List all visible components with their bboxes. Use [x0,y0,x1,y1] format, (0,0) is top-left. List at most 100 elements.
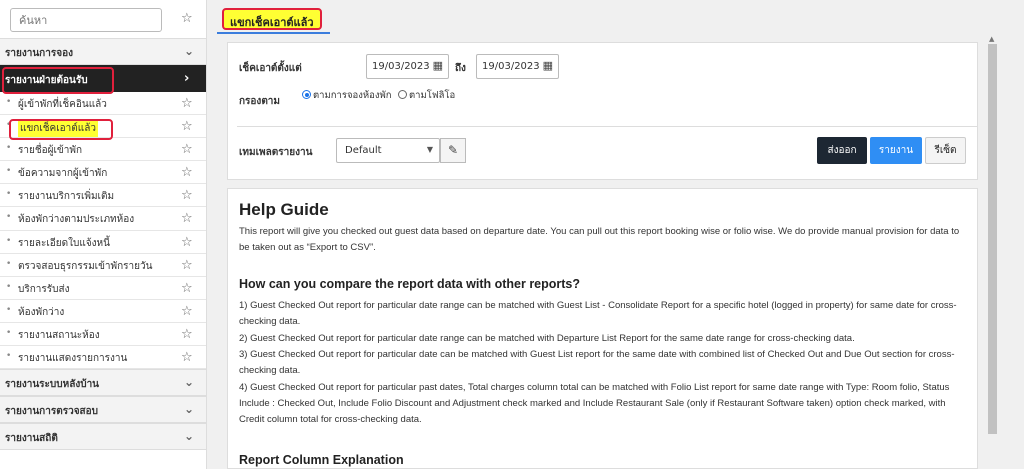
checkout-from-label: เช็คเอาต์ตั้งแต่ [239,63,302,74]
bullet-icon: • [6,327,12,338]
scrollbar[interactable]: ▲ [986,34,999,469]
sidebar-group-label: รายงานการตรวจสอบ [5,406,99,418]
star-icon[interactable]: ☆ [181,258,193,273]
star-icon[interactable]: ☆ [181,211,193,226]
sidebar-item-transfer-service[interactable]: • บริการรับส่ง ☆ [0,277,206,300]
search-input[interactable] [10,8,162,32]
sidebar-item-invoice-details[interactable]: • รายละเอียดใบแจ้งหนี้ ☆ [0,231,206,254]
sidebar-item-vacant-rooms[interactable]: • ห้องพักว่าง ☆ [0,300,206,323]
sidebar-item-label: รายละเอียดใบแจ้งหนี้ [18,237,110,249]
template-label: เทมเพลตรายงาน [239,147,313,158]
sidebar-item-label: ห้องพักว่างตามประเภทห้อง [18,214,135,226]
sidebar-item-room-status[interactable]: • รายงานสถานะห้อง ☆ [0,323,206,347]
tab-checked-out-guests[interactable]: แขกเช็คเอาต์แล้ว [222,8,322,30]
tab-underline [217,32,330,34]
template-select[interactable]: Default ▼ [336,138,440,163]
chevron-down-icon: ⌄ [184,375,195,390]
star-icon[interactable]: ☆ [181,235,193,250]
sidebar-item-label: รายงานสถานะห้อง [18,329,100,341]
from-date-value: 19/03/2023 [372,61,430,72]
report-button[interactable]: รายงาน [870,137,922,164]
bullet-icon: • [6,281,12,292]
sidebar-group-label: รายงานสถิติ [5,433,58,445]
to-date-field[interactable]: 19/03/2023 ▦ [476,54,559,79]
star-icon[interactable]: ☆ [181,188,193,203]
sidebar-item-availability-by-room-type[interactable]: • ห้องพักว่างตามประเภทห้อง ☆ [0,207,206,231]
sidebar-group-audit-reports[interactable]: รายงานการตรวจสอบ ⌄ [0,396,206,424]
bullet-icon: • [6,189,12,200]
divider [237,126,977,127]
sidebar-item-label: ข้อความจากผู้เข้าพัก [18,168,108,180]
bullet-icon: • [6,304,12,315]
edit-icon[interactable]: ✎ [440,138,466,163]
sidebar-item-label: รายชื่อผู้เข้าพัก [18,145,83,157]
sidebar-group-booking-reports[interactable]: รายงานการจอง ⌄ [0,38,206,65]
sidebar-item-label: ผู้เข้าพักที่เช็คอินแล้ว [18,99,107,110]
sidebar-group-label: รายงานระบบหลังบ้าน [5,379,100,391]
sidebar-group-back-office-reports[interactable]: รายงานระบบหลังบ้าน ⌄ [0,369,206,397]
sidebar-item-label: ตรวจสอบธุรกรรมเข้าพักรายวัน [18,260,153,272]
compare-heading: How can you compare the report data with… [239,277,581,291]
chevron-down-icon: ⌄ [184,44,195,58]
star-icon[interactable]: ☆ [181,281,193,296]
to-date-value: 19/03/2023 [482,61,540,72]
sidebar-item-guest-messages[interactable]: • ข้อความจากผู้เข้าพัก ☆ [0,161,206,185]
help-point: 2) Guest Checked Out report for particul… [239,333,855,344]
radio-checked-icon [302,90,311,99]
sidebar-item-daily-transactions[interactable]: • ตรวจสอบธุรกรรมเข้าพักรายวัน ☆ [0,254,206,277]
help-intro: This report will give you checked out gu… [239,226,960,253]
export-button[interactable]: ส่งออก [817,137,867,164]
annotation-highlight-front-office [2,67,114,94]
sidebar-item-task-list[interactable]: • รายงานแสดงรายการงาน ☆ [0,346,206,370]
scrollbar-thumb[interactable] [988,44,997,434]
chevron-down-icon: ⌄ [184,429,195,444]
star-icon[interactable]: ☆ [181,327,193,342]
help-title: Help Guide [239,200,329,219]
radio-label: ตามโฟลิโอ [409,90,456,101]
sidebar-item-label: รายงานแสดงรายการงาน [18,353,128,365]
radio-unchecked-icon [398,90,407,99]
sidebar-item-extra-services[interactable]: • รายงานบริการเพิ่มเติม ☆ [0,184,206,208]
from-date-field[interactable]: 19/03/2023 ▦ [366,54,449,79]
sidebar-item-checked-in-guests[interactable]: • ผู้เข้าพักที่เช็คอินแล้ว ☆ [0,92,206,116]
star-icon[interactable]: ☆ [181,11,193,26]
calendar-icon[interactable]: ▦ [433,59,443,72]
caret-down-icon: ▼ [426,145,433,154]
help-point: 3) Guest Checked Out report for particul… [239,349,955,376]
star-icon[interactable]: ☆ [181,165,193,180]
sidebar-item-label: ห้องพักว่าง [18,306,65,318]
bullet-icon: • [6,97,12,107]
annotation-highlight-checked-out [9,119,113,140]
chevron-right-icon: › [184,71,190,86]
bullet-icon: • [6,166,12,177]
help-point: 1) Guest Checked Out report for particul… [239,300,957,327]
sidebar-group-label: รายงานการจอง [5,48,73,59]
filter-by-label: กรองตาม [239,96,281,107]
sidebar-group-statistics-reports[interactable]: รายงานสถิติ ⌄ [0,423,206,451]
bullet-icon: • [6,143,12,154]
star-icon[interactable]: ☆ [181,96,193,111]
star-icon[interactable]: ☆ [181,142,193,157]
bullet-icon: • [6,212,12,223]
reset-button[interactable]: รีเซ็ต [925,137,966,164]
sidebar-item-label: บริการรับส่ง [18,283,70,295]
bullet-icon: • [6,258,12,269]
star-icon[interactable]: ☆ [181,119,193,134]
bullet-icon: • [6,235,12,246]
sidebar-item-guest-list[interactable]: • รายชื่อผู้เข้าพัก ☆ [0,138,206,162]
star-icon[interactable]: ☆ [181,350,193,365]
star-icon[interactable]: ☆ [181,304,193,319]
help-point: 4) Guest Checked Out report for particul… [239,382,950,425]
radio-by-booking[interactable]: ตามการจองห้องพัก [302,88,392,103]
radio-label: ตามการจองห้องพัก [313,90,392,101]
scroll-up-icon[interactable]: ▲ [989,35,994,43]
help-guide-panel: Help Guide This report will give you che… [227,188,978,469]
sidebar-search-row: ☆ [0,0,206,38]
chevron-down-icon: ⌄ [184,402,195,417]
columns-heading: Report Column Explanation [239,453,404,467]
template-select-value: Default [345,145,382,156]
sidebar-item-label: รายงานบริการเพิ่มเติม [18,191,115,203]
calendar-icon[interactable]: ▦ [543,59,553,72]
radio-by-folio[interactable]: ตามโฟลิโอ [398,88,455,103]
to-label: ถึง [455,63,466,74]
